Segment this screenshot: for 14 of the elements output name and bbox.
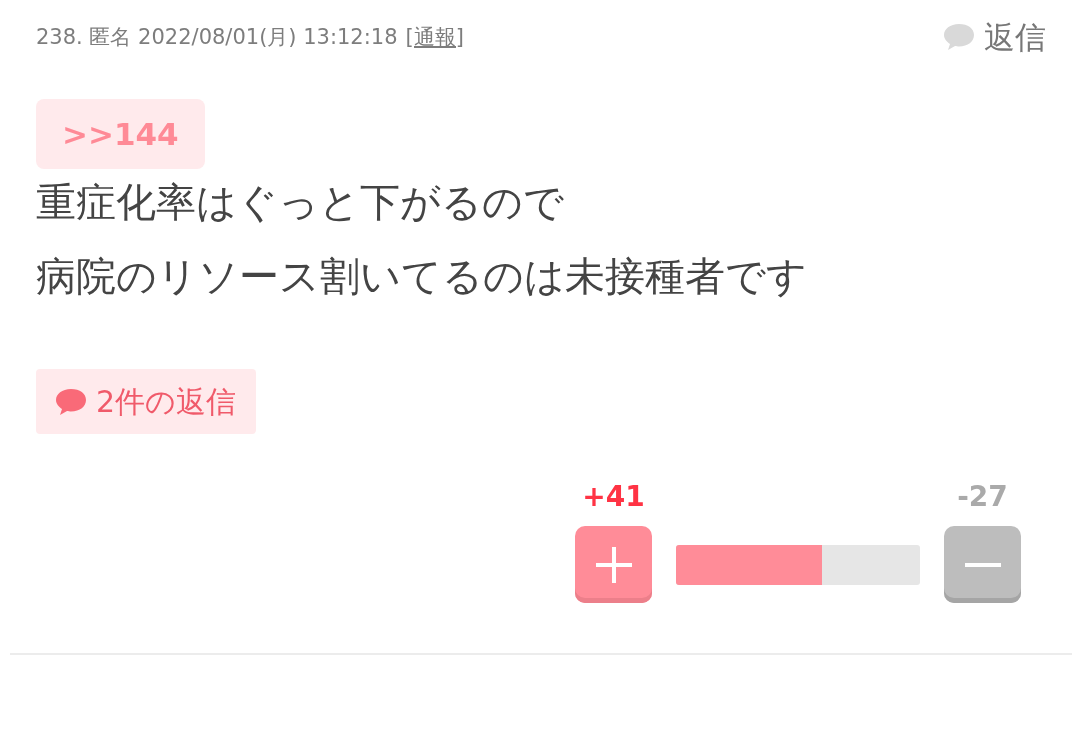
replies-button[interactable]: 2件の返信 xyxy=(36,369,257,434)
comment-text: 病院のリソース割いてるのは未接種者です xyxy=(36,252,808,301)
plus-button[interactable] xyxy=(575,526,652,603)
speech-bubble-icon xyxy=(54,386,88,417)
plus-icon xyxy=(595,546,632,583)
minus-button[interactable] xyxy=(944,526,1021,603)
reply-button[interactable]: 返信 xyxy=(942,14,1046,61)
plus-count: +41 xyxy=(581,479,646,515)
minus-count: -27 xyxy=(956,479,1009,515)
minus-icon xyxy=(964,562,1001,567)
meta-text: 238. 匿名 2022/08/01(月) 13:12:18 xyxy=(36,23,398,51)
report-link[interactable]: [通報] xyxy=(405,21,464,53)
speech-bubble-icon xyxy=(942,22,976,53)
comment-text: 重症化率はぐっと下がるので xyxy=(36,178,565,227)
